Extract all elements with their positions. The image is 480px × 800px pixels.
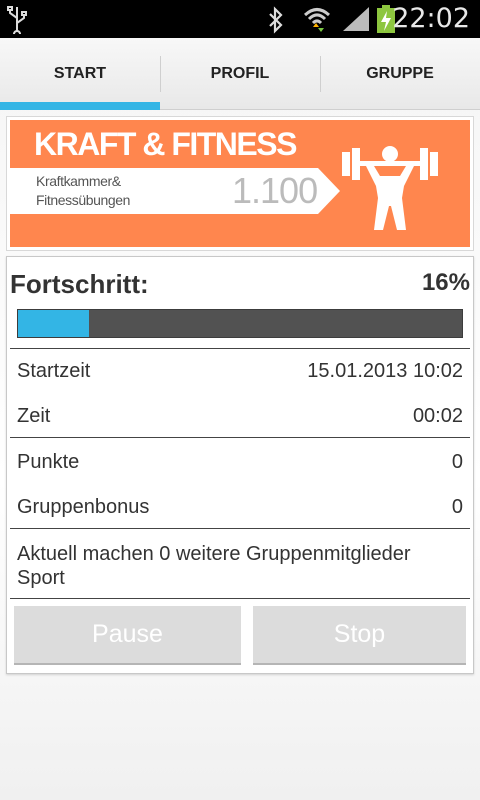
progress-card: Fortschritt: 16% Startzeit 15.01.2013 10…	[6, 256, 474, 674]
points-row: Punkte 0	[17, 451, 463, 474]
points-value: 0	[451, 451, 463, 473]
status-time: 22:02	[392, 3, 470, 34]
tab-profil[interactable]: PROFIL	[160, 38, 320, 109]
start-time-label: Startzeit	[17, 360, 91, 382]
bluetooth-icon	[266, 6, 286, 39]
tab-start[interactable]: START	[0, 38, 160, 110]
signal-icon	[341, 5, 371, 38]
progress-percent: 16%	[421, 269, 470, 296]
progress-fill	[18, 310, 90, 337]
divider	[10, 528, 470, 529]
group-bonus-value: 0	[451, 496, 463, 518]
tab-gruppe[interactable]: GRUPPE	[320, 38, 480, 109]
group-bonus-row: Gruppenbonus 0	[17, 496, 463, 519]
banner-number: 1.100	[232, 170, 318, 211]
divider	[10, 437, 470, 438]
pause-button[interactable]: Pause	[14, 606, 241, 665]
group-activity-note: Aktuell machen 0 weitere Gruppenmitglied…	[17, 543, 411, 589]
elapsed-time-label: Zeit	[17, 405, 51, 427]
activity-banner: KRAFT & FITNESS Kraftkammer& Fitnessübun…	[6, 116, 474, 251]
elapsed-time-value: 00:02	[412, 405, 463, 427]
wifi-icon	[302, 4, 332, 39]
weightlifter-icon	[340, 138, 450, 243]
banner-title: KRAFT & FITNESS	[34, 126, 297, 162]
tab-bar: START PROFIL GRUPPE	[0, 38, 480, 110]
banner-subtitle: Kraftkammer& Fitnessübungen	[36, 173, 131, 208]
status-bar: 22:02	[0, 0, 480, 38]
points-label: Punkte	[17, 451, 80, 473]
start-time-row: Startzeit 15.01.2013 10:02	[17, 360, 463, 383]
usb-icon	[6, 6, 28, 39]
progress-label: Fortschritt:	[10, 269, 149, 299]
group-bonus-label: Gruppenbonus	[17, 496, 150, 518]
divider	[10, 598, 470, 599]
progress-bar	[17, 309, 463, 338]
stop-button[interactable]: Stop	[253, 606, 466, 665]
start-time-value: 15.01.2013 10:02	[307, 360, 463, 382]
divider	[10, 348, 470, 349]
elapsed-time-row: Zeit 00:02	[17, 405, 463, 428]
